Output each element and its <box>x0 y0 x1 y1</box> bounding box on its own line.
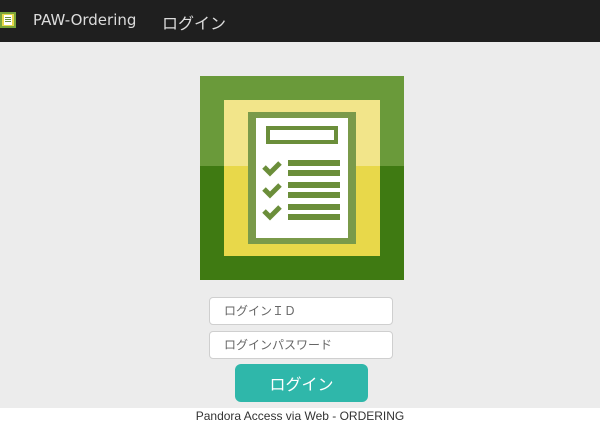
app-logo-icon[interactable] <box>0 12 16 28</box>
checklist-icon <box>200 76 404 280</box>
top-navbar: PAW-Ordering ログイン <box>0 0 600 42</box>
nav-login-link[interactable]: ログイン <box>162 10 226 34</box>
login-password-input[interactable] <box>209 331 393 359</box>
login-id-input[interactable] <box>209 297 393 325</box>
checklist-logo <box>200 76 404 280</box>
footer-text: Pandora Access via Web - ORDERING <box>0 408 600 425</box>
login-button[interactable]: ログイン <box>235 364 368 402</box>
app-brand-link[interactable]: PAW-Ordering <box>33 11 136 29</box>
